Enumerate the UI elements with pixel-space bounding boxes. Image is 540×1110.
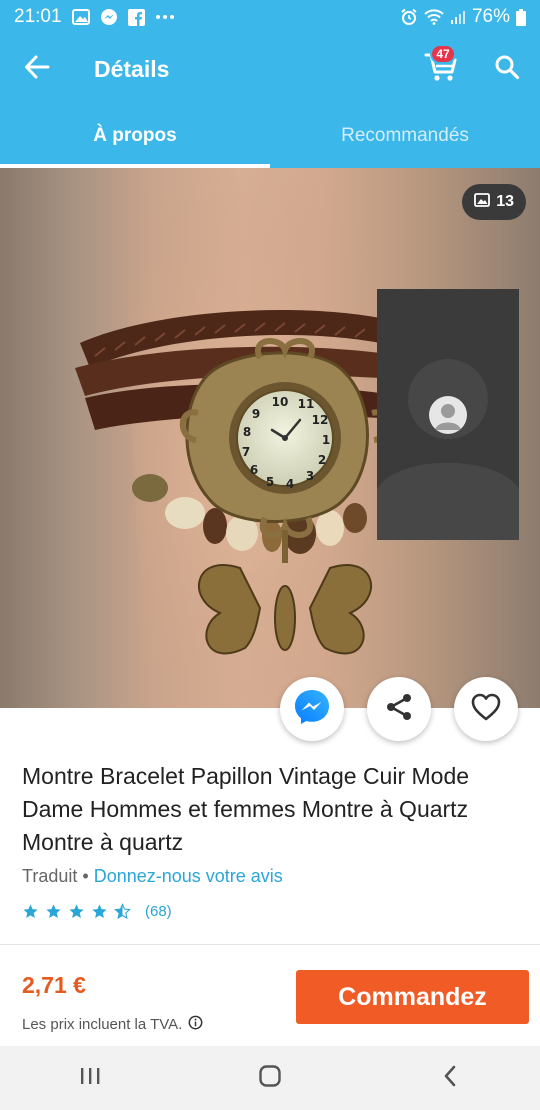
back-button[interactable] <box>0 34 74 104</box>
svg-text:6: 6 <box>250 463 258 477</box>
search-icon <box>494 54 520 85</box>
status-bar: 21:01 76% <box>0 0 540 34</box>
svg-text:7: 7 <box>242 445 250 459</box>
back-nav-button[interactable] <box>420 1053 480 1103</box>
translation-row: Traduit • Donnez-nous votre avis <box>22 866 283 887</box>
heart-icon <box>470 692 502 727</box>
svg-text:12: 12 <box>312 413 329 427</box>
alarm-icon <box>400 8 418 26</box>
battery-percent: 76% <box>471 6 510 27</box>
recent-apps-button[interactable] <box>60 1053 120 1103</box>
battery-icon <box>516 8 526 26</box>
svg-text:10: 10 <box>272 395 289 409</box>
star-icon <box>23 904 38 919</box>
tab-bar: À propos Recommandés <box>0 104 540 168</box>
recent-apps-icon <box>79 1066 101 1091</box>
star-icon <box>46 904 61 919</box>
product-title: Montre Bracelet Papillon Vintage Cuir Mo… <box>22 763 470 855</box>
tab-recommandes[interactable]: Recommandés <box>270 104 540 168</box>
price: 2,71 € <box>22 972 86 998</box>
photo-count: 13 <box>496 193 514 210</box>
back-nav-icon <box>442 1064 458 1093</box>
signal-icon <box>450 9 466 25</box>
vat-note-text: Les prix incluent la TVA. <box>22 1016 183 1033</box>
search-button[interactable] <box>484 46 530 92</box>
translated-label: Traduit <box>22 866 78 886</box>
rating-row[interactable]: (68) <box>22 903 172 920</box>
video-call-overlay[interactable] <box>377 289 519 540</box>
info-icon[interactable] <box>188 1015 203 1034</box>
app-bar: Détails 47 <box>0 34 540 104</box>
svg-text:8: 8 <box>243 425 251 439</box>
rating-count: (68) <box>145 903 172 920</box>
svg-text:3: 3 <box>306 469 314 483</box>
messenger-share-button[interactable] <box>280 677 344 741</box>
separator: • <box>82 866 89 886</box>
photo-count-badge[interactable]: 13 <box>462 184 526 220</box>
product-image[interactable]: 11 12 1 2 3 4 5 6 7 8 9 10 13 <box>0 168 540 708</box>
cart-count-badge: 47 <box>430 44 456 64</box>
divider <box>0 944 540 945</box>
share-button[interactable] <box>367 677 431 741</box>
svg-text:1: 1 <box>322 433 330 447</box>
feedback-link[interactable]: Donnez-nous votre avis <box>94 866 283 886</box>
svg-text:9: 9 <box>252 407 260 421</box>
messenger-notification-icon <box>100 8 118 26</box>
svg-text:4: 4 <box>286 477 294 491</box>
tab-a-propos[interactable]: À propos <box>0 104 270 168</box>
home-button[interactable] <box>240 1053 300 1103</box>
wifi-icon <box>424 9 444 25</box>
system-nav-bar <box>0 1046 540 1110</box>
avatar <box>429 396 467 434</box>
half-star-icon <box>114 903 131 920</box>
facebook-notification-icon <box>127 8 145 26</box>
more-notifications-icon <box>155 14 175 20</box>
svg-text:11: 11 <box>298 397 315 411</box>
image-icon <box>474 192 491 212</box>
home-icon <box>258 1064 282 1093</box>
status-time: 21:01 <box>14 6 62 27</box>
vat-note: Les prix incluent la TVA. <box>22 1015 203 1034</box>
share-icon <box>384 692 414 727</box>
messenger-icon <box>293 688 331 731</box>
order-button[interactable]: Commandez <box>296 970 529 1024</box>
svg-text:5: 5 <box>266 475 274 489</box>
image-notification-icon <box>71 9 90 25</box>
favorite-button[interactable] <box>454 677 518 741</box>
star-rating <box>22 903 131 920</box>
star-icon <box>69 904 84 919</box>
svg-text:2: 2 <box>318 453 326 467</box>
page-title: Détails <box>94 55 170 82</box>
arrow-back-icon <box>24 54 50 85</box>
star-icon <box>92 904 107 919</box>
